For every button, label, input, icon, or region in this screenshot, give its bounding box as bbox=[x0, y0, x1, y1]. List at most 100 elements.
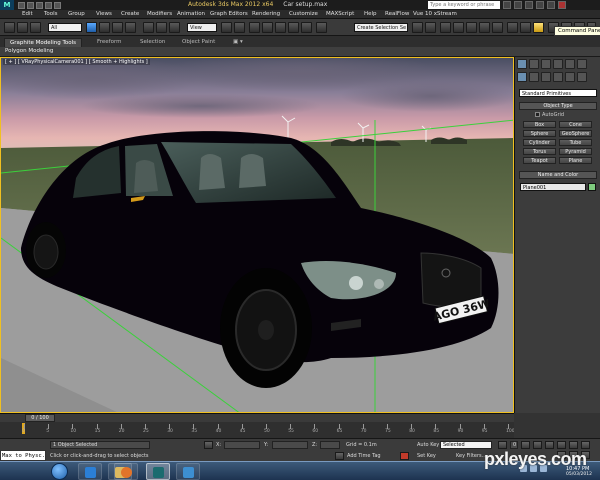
time-slider[interactable]: 0 / 100 bbox=[25, 414, 55, 422]
selection-filter-dropdown[interactable]: All bbox=[48, 23, 82, 32]
menu-help[interactable]: Help bbox=[364, 11, 377, 17]
viewport-label[interactable]: [ + ] [ VRayPhysicalCamera001 ] [ Smooth… bbox=[3, 59, 150, 65]
field-of-view-icon[interactable] bbox=[581, 441, 590, 449]
tube-button[interactable]: Tube bbox=[559, 139, 592, 146]
snaps-toggle-button[interactable] bbox=[262, 22, 273, 33]
box-button[interactable]: Box bbox=[523, 121, 556, 128]
tab-object-paint[interactable]: Object Paint bbox=[177, 38, 220, 47]
graphite-toggle-button[interactable] bbox=[453, 22, 464, 33]
time-tag-icon[interactable] bbox=[335, 452, 344, 460]
angle-snap-button[interactable] bbox=[275, 22, 286, 33]
menu-views[interactable]: Views bbox=[96, 11, 112, 17]
set-key-icon[interactable] bbox=[400, 452, 409, 460]
save-file-icon[interactable] bbox=[36, 1, 43, 9]
rectangular-selection-button[interactable] bbox=[112, 22, 123, 33]
menu-rendering[interactable]: Rendering bbox=[252, 11, 280, 17]
maxscript-listener[interactable]: Max to Physc. bbox=[0, 450, 46, 461]
autogrid-checkbox[interactable]: AutoGrid bbox=[535, 112, 564, 118]
tab-freeform[interactable]: Freeform bbox=[92, 38, 127, 47]
next-frame-icon[interactable] bbox=[545, 441, 554, 449]
ribbon-options-icon[interactable]: ▣ ▾ bbox=[228, 38, 248, 47]
tab-selection[interactable]: Selection bbox=[135, 38, 170, 47]
help-icon[interactable] bbox=[525, 1, 533, 9]
play-icon[interactable] bbox=[533, 441, 542, 449]
redo-icon[interactable] bbox=[54, 1, 61, 9]
modify-tab-icon[interactable] bbox=[529, 59, 539, 69]
rendered-frame-window-button[interactable] bbox=[520, 22, 531, 33]
unlink-icon[interactable] bbox=[30, 22, 41, 33]
minimize-icon[interactable] bbox=[536, 1, 544, 9]
undo-button[interactable] bbox=[4, 22, 15, 33]
rotate-button[interactable] bbox=[156, 22, 167, 33]
y-coordinate-field[interactable] bbox=[272, 441, 308, 449]
ribbon-sub-label[interactable]: Polygon Modeling bbox=[5, 48, 53, 54]
tab-graphite-modeling-tools[interactable]: Graphite Modeling Tools bbox=[4, 38, 83, 47]
open-file-icon[interactable] bbox=[27, 1, 34, 9]
prev-frame-icon[interactable] bbox=[521, 441, 530, 449]
go-to-start-icon[interactable] bbox=[498, 441, 507, 449]
curve-editor-button[interactable] bbox=[466, 22, 477, 33]
window-crossing-button[interactable] bbox=[125, 22, 136, 33]
new-file-icon[interactable] bbox=[18, 1, 25, 9]
mirror-button[interactable] bbox=[412, 22, 423, 33]
plane-button[interactable]: Plane bbox=[559, 157, 592, 164]
taskbar-photoshop[interactable] bbox=[176, 463, 200, 480]
link-icon[interactable] bbox=[17, 22, 28, 33]
name-and-color-rollout[interactable]: Name and Color bbox=[519, 171, 597, 179]
menu-vue-xstream[interactable]: Vue 10 xStream bbox=[413, 11, 457, 17]
menu-customize[interactable]: Customize bbox=[289, 11, 318, 17]
autogrid-check-box[interactable] bbox=[535, 112, 540, 117]
pyramid-button[interactable]: Pyramid bbox=[559, 148, 592, 155]
camera-viewport[interactable]: AGO 36W [ + ] [ VRayPhysicalCamera001 ] … bbox=[0, 57, 514, 413]
select-by-name-button[interactable] bbox=[99, 22, 110, 33]
move-button[interactable] bbox=[143, 22, 154, 33]
space-warps-icon[interactable] bbox=[577, 72, 587, 82]
layer-manager-button[interactable] bbox=[440, 22, 451, 33]
menu-group[interactable]: Group bbox=[68, 11, 85, 17]
zoom-all-icon[interactable] bbox=[569, 441, 578, 449]
torus-button[interactable]: Torus bbox=[523, 148, 556, 155]
teapot-button[interactable]: Teapot bbox=[523, 157, 556, 164]
track-bar[interactable]: 0 5 10 15 20 25 30 35 40 45 50 55 60 65 70 75 80 85 90 95 10… bbox=[0, 422, 515, 438]
cylinder-button[interactable]: Cylinder bbox=[523, 139, 556, 146]
named-selection-set-dropdown[interactable]: Create Selection Se bbox=[354, 23, 408, 32]
maximize-icon[interactable] bbox=[547, 1, 555, 9]
star-icon[interactable] bbox=[514, 1, 522, 9]
edit-named-selection-button[interactable] bbox=[316, 22, 327, 33]
percent-snap-button[interactable] bbox=[288, 22, 299, 33]
motion-tab-icon[interactable] bbox=[553, 59, 563, 69]
close-icon[interactable] bbox=[558, 1, 566, 9]
taskbar-ie[interactable] bbox=[78, 463, 102, 480]
zoom-icon[interactable] bbox=[557, 441, 566, 449]
taskbar-firefox[interactable] bbox=[114, 463, 138, 480]
object-name-input[interactable]: Plane001 bbox=[520, 183, 586, 191]
hierarchy-tab-icon[interactable] bbox=[541, 59, 551, 69]
menu-graph-editors[interactable]: Graph Editors bbox=[210, 11, 248, 17]
render-production-button[interactable] bbox=[533, 22, 544, 33]
menu-tools[interactable]: Tools bbox=[44, 11, 58, 17]
shapes-icon[interactable] bbox=[529, 72, 539, 82]
add-time-tag-button[interactable]: Add Time Tag bbox=[347, 453, 381, 459]
menu-maxscript[interactable]: MAXScript bbox=[326, 11, 354, 17]
scale-button[interactable] bbox=[169, 22, 180, 33]
start-orb-icon[interactable] bbox=[51, 463, 68, 480]
binoculars-icon[interactable] bbox=[503, 1, 511, 9]
menu-realflow[interactable]: RealFlow bbox=[385, 11, 409, 17]
pivot-center-button[interactable] bbox=[221, 22, 232, 33]
cameras-icon[interactable] bbox=[553, 72, 563, 82]
primitive-category-dropdown[interactable]: Standard Primitives bbox=[519, 89, 597, 97]
taskbar-3dsmax[interactable] bbox=[146, 463, 170, 480]
help-search-input[interactable]: Type a keyword or phrase bbox=[428, 1, 500, 9]
current-frame-field[interactable]: 0 bbox=[510, 441, 518, 449]
time-slider-track[interactable]: 0 / 100 bbox=[0, 413, 514, 422]
lock-selection-icon[interactable] bbox=[204, 441, 213, 449]
x-coordinate-field[interactable] bbox=[224, 441, 260, 449]
z-coordinate-field[interactable] bbox=[320, 441, 340, 449]
spinner-snap-button[interactable] bbox=[301, 22, 312, 33]
create-tab-icon[interactable] bbox=[517, 59, 527, 69]
object-type-rollout[interactable]: Object Type bbox=[519, 102, 597, 110]
display-tab-icon[interactable] bbox=[565, 59, 575, 69]
ref-coord-dropdown[interactable]: View bbox=[187, 23, 217, 32]
set-key-button[interactable]: Set Key bbox=[417, 453, 436, 459]
sphere-button[interactable]: Sphere bbox=[523, 130, 556, 137]
